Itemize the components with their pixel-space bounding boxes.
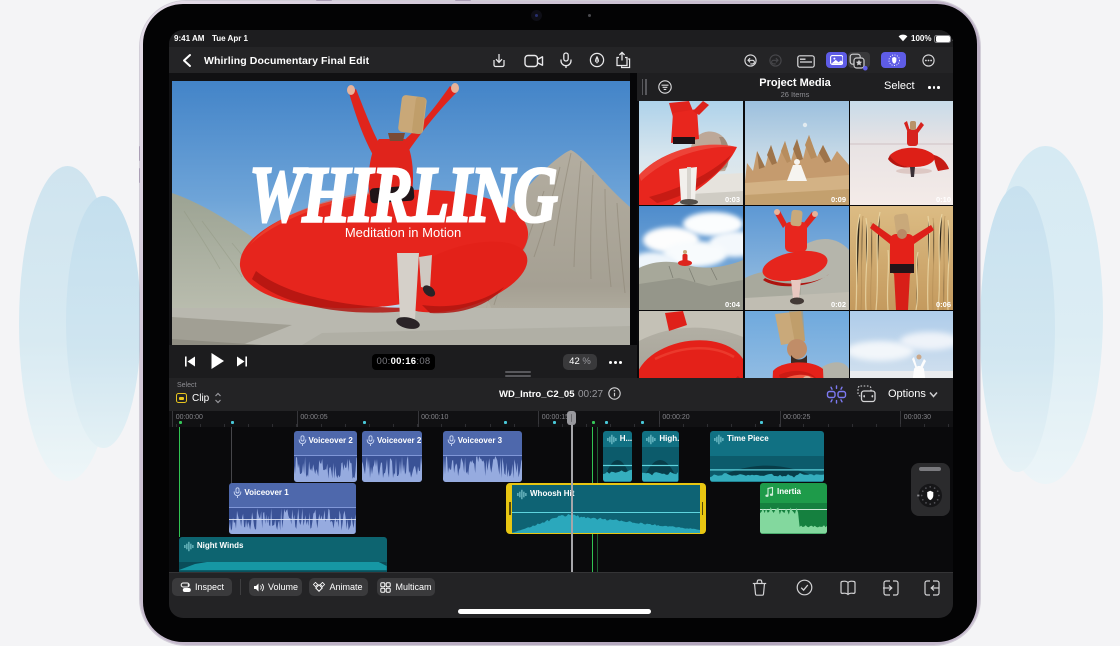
svg-text:0:02: 0:02 [830, 300, 845, 309]
svg-text:0:06: 0:06 [936, 300, 951, 309]
svg-text:0:10: 0:10 [936, 195, 951, 204]
svg-text:0:03: 0:03 [725, 195, 740, 204]
svg-text:0:04: 0:04 [725, 300, 741, 309]
svg-text:Meditation in Motion: Meditation in Motion [345, 225, 461, 240]
svg-text:0:09: 0:09 [830, 195, 845, 204]
